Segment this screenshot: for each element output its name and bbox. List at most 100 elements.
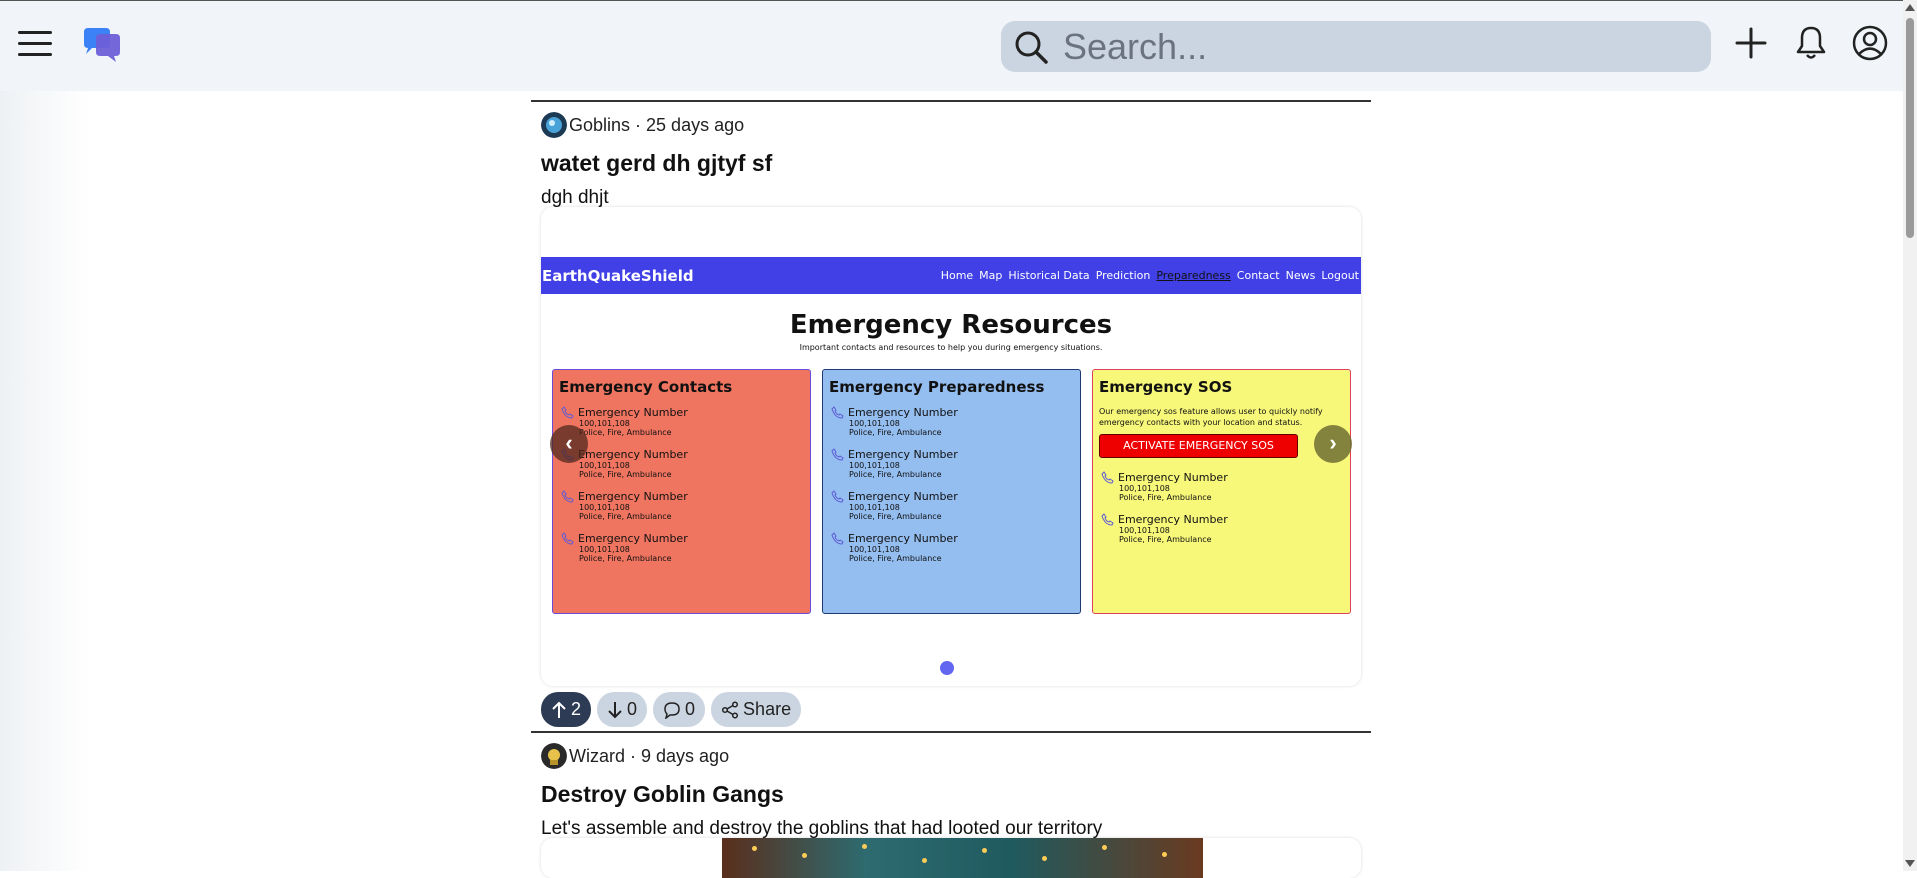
shot-entry-label: Emergency Number: [1118, 471, 1228, 484]
image-carousel: EarthQuakeShield Home Map Historical Dat…: [541, 207, 1361, 686]
post-body: Let's assemble and destroy the goblins t…: [541, 818, 1103, 839]
post-meta: Goblins · 25 days ago: [541, 112, 1371, 138]
shot-entry-desc: Police, Fire, Ambulance: [579, 554, 672, 563]
shot-entry-desc: Police, Fire, Ambulance: [849, 554, 942, 563]
shot-nav-link: Logout: [1321, 269, 1359, 282]
meta-separator: ·: [630, 114, 647, 135]
shot-cards: Emergency Contacts Emergency Number 100,10…: [552, 369, 1361, 614]
post-actions: 2 0 0 Share: [541, 692, 802, 727]
shot-entry-label: Emergency Number: [848, 490, 958, 503]
shot-subtitle: Important contacts and resources to help…: [799, 343, 1103, 352]
shot-entry: Emergency Number 100,101,108 Police, Fire,…: [829, 490, 1074, 521]
phone-icon: [831, 532, 844, 545]
shot-card: Emergency Contacts Emergency Number 100,10…: [552, 369, 811, 614]
shot-entry-title: Emergency Number: [1101, 513, 1344, 526]
shot-entry: Emergency Number 100,101,108 Police, Fire,…: [829, 532, 1074, 563]
shot-entry-label: Emergency Number: [578, 448, 688, 461]
shot-entry-number: 100,101,108: [579, 545, 630, 554]
shot-entry-desc: Police, Fire, Ambulance: [1119, 493, 1212, 502]
search-input[interactable]: [1061, 24, 1665, 69]
post-body: dgh dhjt: [541, 187, 609, 208]
vertical-scrollbar[interactable]: [1903, 0, 1917, 871]
downvote-button[interactable]: 0: [597, 692, 648, 727]
post-card: Goblins · 25 days ago watet gerd dh gjty…: [531, 100, 1371, 727]
shot-entry-desc: Police, Fire, Ambulance: [579, 512, 672, 521]
shot-entry: Emergency Number 100,101,108 Police, Fire,…: [829, 448, 1074, 479]
search-bar[interactable]: [1001, 21, 1711, 72]
post-divider: [531, 731, 1371, 733]
carousel-next-button[interactable]: ›: [1314, 425, 1352, 463]
shot-entry-title: Emergency Number: [831, 448, 1074, 461]
post-title[interactable]: Destroy Goblin Gangs: [541, 781, 1371, 808]
shot-entry-title: Emergency Number: [831, 490, 1074, 503]
community-name[interactable]: Goblins: [569, 115, 630, 136]
shot-entry-number: 100,101,108: [579, 503, 630, 512]
post-title[interactable]: watet gerd dh gjtyf sf: [541, 150, 1371, 177]
shot-entry-label: Emergency Number: [578, 532, 688, 545]
community-avatar[interactable]: [541, 112, 567, 138]
upvote-count: 2: [571, 699, 582, 719]
post-card: Wizard · 9 days ago Destroy Goblin Gangs…: [531, 731, 1371, 878]
post-image: [722, 838, 1203, 878]
search-icon: [1015, 31, 1048, 64]
shot-entry: Emergency Number 100,101,108 Police, Fire,…: [559, 448, 804, 479]
scroll-up-arrow-icon[interactable]: [1905, 4, 1915, 11]
shot-entry-number: 100,101,108: [849, 419, 900, 428]
plus-icon[interactable]: [1731, 23, 1771, 63]
shot-nav-link: Contact: [1236, 269, 1280, 282]
phone-icon: [1101, 471, 1114, 484]
scroll-thumb[interactable]: [1906, 18, 1914, 238]
shot-entry: Emergency Number 100,101,108 Police, Fire,…: [1099, 513, 1344, 544]
phone-icon: [561, 406, 574, 419]
shot-entry-number: 100,101,108: [849, 461, 900, 470]
shot-entry-desc: Police, Fire, Ambulance: [849, 428, 942, 437]
shot-entry-label: Emergency Number: [578, 490, 688, 503]
carousel-prev-button[interactable]: ‹: [550, 425, 588, 463]
shot-entry-title: Emergency Number: [831, 532, 1074, 545]
community-avatar[interactable]: [541, 743, 567, 769]
shot-entry: Emergency Number 100,101,108 Police, Fire,…: [559, 406, 804, 437]
shot-card: Emergency SOS Our emergency sos feature a…: [1092, 369, 1351, 614]
shot-entry-desc: Police, Fire, Ambulance: [1119, 535, 1212, 544]
upvote-button[interactable]: 2: [541, 692, 592, 727]
arrow-up-icon: [552, 701, 566, 718]
shot-entry-label: Emergency Number: [848, 406, 958, 419]
shot-entry-number: 100,101,108: [579, 419, 630, 428]
shot-nav-link: News: [1285, 269, 1316, 282]
shot-entry-number: 100,101,108: [579, 461, 630, 470]
comment-icon: [664, 701, 680, 719]
chat-bubbles-logo-icon[interactable]: [82, 28, 122, 64]
shot-entry-title: Emergency Number: [561, 532, 804, 545]
shot-entry-desc: Police, Fire, Ambulance: [849, 512, 942, 521]
shot-entry: Emergency Number 100,101,108 Police, Fire,…: [559, 532, 804, 563]
hamburger-menu-icon[interactable]: [18, 31, 52, 61]
bell-icon[interactable]: [1791, 23, 1831, 63]
share-label: Share: [743, 699, 792, 719]
image-carousel: [541, 838, 1361, 878]
phone-icon: [1101, 513, 1114, 526]
shot-sos-button: ACTIVATE EMERGENCY SOS: [1099, 434, 1298, 458]
share-icon: [721, 700, 739, 719]
shot-entry: Emergency Number 100,101,108 Police, Fire,…: [559, 490, 804, 521]
shot-card-title: Emergency Preparedness: [829, 378, 1045, 396]
comments-button[interactable]: 0: [653, 692, 706, 727]
shot-entry-desc: Police, Fire, Ambulance: [849, 470, 942, 479]
phone-icon: [561, 532, 574, 545]
user-circle-icon[interactable]: [1850, 23, 1890, 63]
shot-navbar: EarthQuakeShield Home Map Historical Dat…: [541, 257, 1361, 294]
shot-entry-number: 100,101,108: [1119, 526, 1170, 535]
carousel-image: EarthQuakeShield Home Map Historical Dat…: [541, 257, 1361, 637]
shot-card-title: Emergency Contacts: [559, 378, 733, 396]
shot-entry-number: 100,101,108: [849, 545, 900, 554]
shot-nav-link: Historical Data: [1008, 269, 1090, 282]
phone-icon: [561, 490, 574, 503]
shot-title: Emergency Resources: [789, 310, 1113, 340]
share-button[interactable]: Share: [711, 692, 802, 727]
shot-entry-number: 100,101,108: [1119, 484, 1170, 493]
carousel-dot-indicator[interactable]: [940, 661, 954, 675]
scroll-down-arrow-icon[interactable]: [1905, 860, 1915, 867]
post-meta: Wizard · 9 days ago: [541, 743, 1371, 769]
shot-sos-text: Our emergency sos feature allows user to…: [1099, 407, 1323, 427]
shot-nav-link: Preparedness: [1156, 269, 1231, 282]
community-name[interactable]: Wizard: [569, 746, 625, 767]
